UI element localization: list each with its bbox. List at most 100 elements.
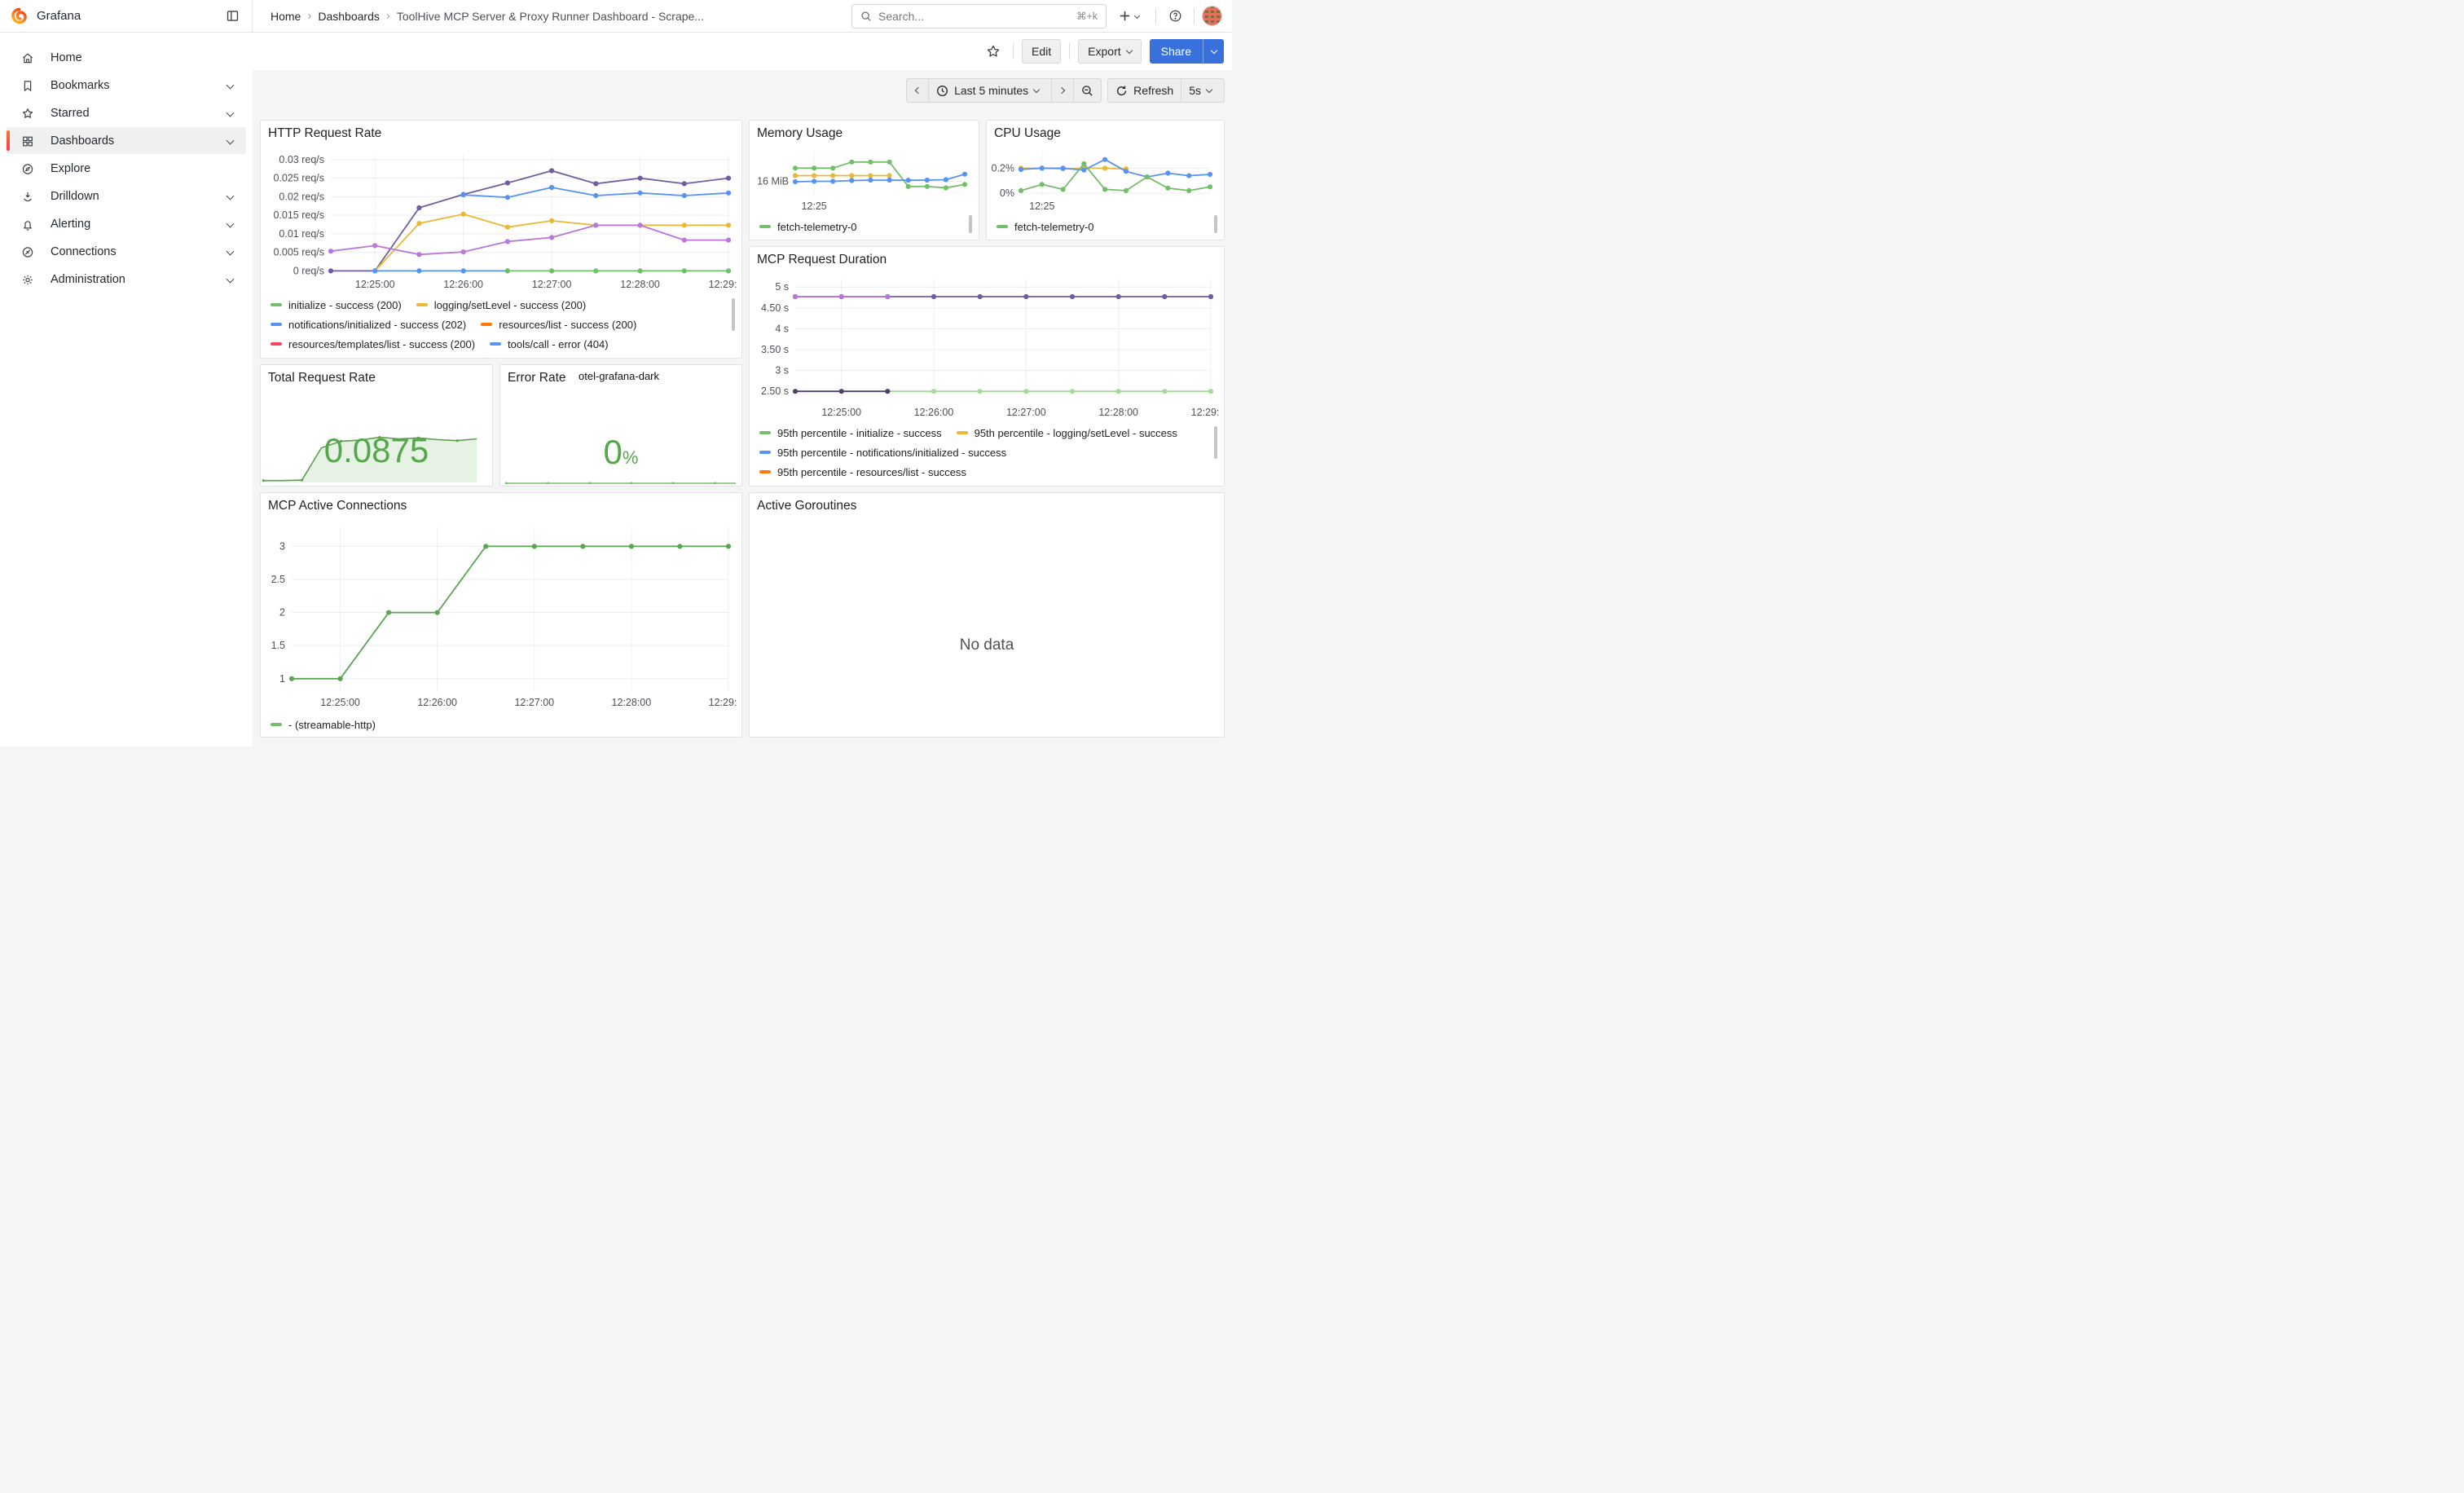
panel-title[interactable]: Total Request Rate [268, 371, 376, 385]
legend-item[interactable]: initialize - success (200) [271, 299, 402, 311]
clock-icon [936, 85, 948, 97]
export-button[interactable]: Export [1078, 39, 1141, 64]
legend-swatch [271, 323, 282, 326]
panel-title[interactable]: Error Rate [508, 371, 566, 385]
legend-swatch [416, 303, 428, 306]
drag-overlay-label: otel-grafana-dark [579, 370, 659, 382]
share-menu-caret[interactable] [1203, 39, 1224, 64]
plus-icon [1119, 10, 1131, 22]
sidebar-item-dashboards[interactable]: Dashboards [7, 127, 246, 154]
mcp-request-duration-chart: 12:25:0012:26:0012:27:0012:28:0012:29:00… [753, 271, 1219, 421]
legend-item[interactable]: tools/call - error (404) [490, 338, 609, 350]
panel-title[interactable]: HTTP Request Rate [268, 126, 381, 141]
breadcrumb-dashboards[interactable]: Dashboards [318, 10, 380, 23]
compass-icon [21, 162, 34, 175]
edit-button[interactable]: Edit [1022, 39, 1061, 64]
svg-text:12:29:00: 12:29:00 [709, 697, 737, 708]
svg-text:0 req/s: 0 req/s [293, 265, 324, 276]
svg-text:2: 2 [279, 607, 285, 619]
breadcrumb-separator: › [386, 9, 390, 23]
panel-title[interactable]: MCP Request Duration [757, 253, 887, 267]
help-icon[interactable] [1164, 5, 1186, 28]
chevron-down-icon [227, 109, 235, 117]
sidebar-item-label: Drilldown [51, 190, 227, 203]
legend-item[interactable]: logging/setLevel - success (200) [416, 299, 586, 311]
legend-item[interactable]: 95th percentile - notifications/initiali… [759, 447, 1006, 459]
chevron-down-icon [227, 192, 235, 200]
total-request-rate-value: 0.0875 [261, 432, 492, 469]
chevron-down-icon [1206, 86, 1212, 93]
time-forward-button[interactable] [1052, 78, 1074, 103]
search-shortcut: ⌘+k [1076, 10, 1098, 22]
legend-item[interactable]: - (streamable-http) [271, 719, 376, 731]
sidebar-item-label: Bookmarks [51, 79, 227, 92]
svg-text:1: 1 [279, 673, 285, 685]
legend-item[interactable]: 95th percentile - resources/list - succe… [759, 466, 966, 478]
breadcrumb-home[interactable]: Home [271, 10, 301, 23]
memory-usage-chart: 12:2516 MiB [751, 143, 973, 215]
panel-title[interactable]: Memory Usage [757, 126, 843, 141]
panel-title[interactable]: MCP Active Connections [268, 499, 407, 513]
panel-title[interactable]: CPU Usage [994, 126, 1061, 141]
legend-scrollbar[interactable] [1214, 426, 1217, 459]
nav-right-section: Search... ⌘+k [851, 4, 1232, 29]
legend-item[interactable]: 95th percentile - initialize - success [759, 427, 942, 439]
svg-text:12:28:00: 12:28:00 [620, 279, 660, 290]
search-placeholder: Search... [878, 10, 1070, 23]
sidebar-toggle-icon[interactable] [221, 5, 244, 28]
legend-item[interactable]: fetch-telemetry-0 [759, 221, 857, 233]
zoom-out-icon[interactable] [1074, 78, 1102, 103]
sidebar-item-starred[interactable]: Starred [7, 99, 246, 126]
sidebar-item-label: Dashboards [51, 134, 227, 148]
svg-text:0.02 req/s: 0.02 req/s [279, 191, 324, 202]
sidebar-item-drilldown[interactable]: Drilldown [7, 183, 246, 209]
refresh-button[interactable]: Refresh [1107, 78, 1181, 103]
legend-scrollbar[interactable] [1214, 215, 1217, 233]
legend-scrollbar[interactable] [732, 298, 735, 331]
legend-scrollbar[interactable] [969, 215, 972, 233]
svg-text:0.025 req/s: 0.025 req/s [273, 173, 324, 184]
add-new-button[interactable] [1114, 5, 1148, 28]
legend-item[interactable]: resources/templates/list - success (200) [271, 338, 475, 350]
share-button[interactable]: Share [1150, 39, 1203, 64]
chevron-down-icon [227, 275, 235, 284]
sidebar-item-alerting[interactable]: Alerting [7, 210, 246, 237]
panel-title[interactable]: Active Goroutines [757, 499, 856, 513]
sidebar-item-label: Alerting [51, 218, 227, 231]
star-icon [21, 107, 34, 120]
sidebar-nav: Home Bookmarks Starred Dashboards Explore Dri… [0, 33, 253, 746]
legend-swatch [957, 431, 968, 434]
legend-swatch [759, 470, 771, 473]
chevron-down-icon [1210, 47, 1217, 54]
sidebar-item-home[interactable]: Home [7, 44, 246, 71]
sidebar-item-administration[interactable]: Administration [7, 266, 246, 293]
time-back-button[interactable] [906, 78, 929, 103]
svg-text:12:27:00: 12:27:00 [532, 279, 572, 290]
svg-text:1.5: 1.5 [271, 640, 285, 651]
time-range-picker[interactable]: Last 5 minutes [929, 78, 1052, 103]
favorite-star-icon[interactable] [982, 40, 1005, 63]
drilldown-icon [21, 190, 34, 203]
sidebar-item-connections[interactable]: Connections [7, 238, 246, 265]
search-input[interactable]: Search... ⌘+k [851, 4, 1107, 29]
breadcrumb: Home › Dashboards › ToolHive MCP Server … [253, 9, 851, 23]
sidebar-item-label: Connections [51, 245, 227, 258]
duration-legend: 95th percentile - initialize - success 95… [759, 423, 1211, 485]
chevron-down-icon [1125, 47, 1132, 54]
legend-item[interactable]: 95th percentile - logging/setLevel - suc… [957, 427, 1177, 439]
svg-text:0.01 req/s: 0.01 req/s [279, 228, 324, 240]
sidebar-item-bookmarks[interactable]: Bookmarks [7, 72, 246, 99]
svg-text:5 s: 5 s [775, 281, 789, 293]
panel-memory-usage: Memory Usage 12:2516 MiB fetch-telemetry… [749, 120, 979, 240]
legend-item[interactable]: notifications/initialized - success (202… [271, 319, 466, 331]
legend-item[interactable]: resources/list - success (200) [481, 319, 636, 331]
refresh-interval-picker[interactable]: 5s [1181, 78, 1225, 103]
user-avatar[interactable] [1202, 6, 1222, 26]
sidebar-item-explore[interactable]: Explore [7, 155, 246, 182]
legend-swatch [271, 303, 282, 306]
legend-item[interactable]: fetch-telemetry-0 [997, 221, 1094, 233]
sidebar-item-label: Home [51, 51, 238, 64]
svg-text:12:29:00: 12:29:00 [1191, 407, 1219, 418]
grafana-logo[interactable] [10, 7, 29, 25]
cpu-legend: fetch-telemetry-0 [997, 217, 1211, 236]
